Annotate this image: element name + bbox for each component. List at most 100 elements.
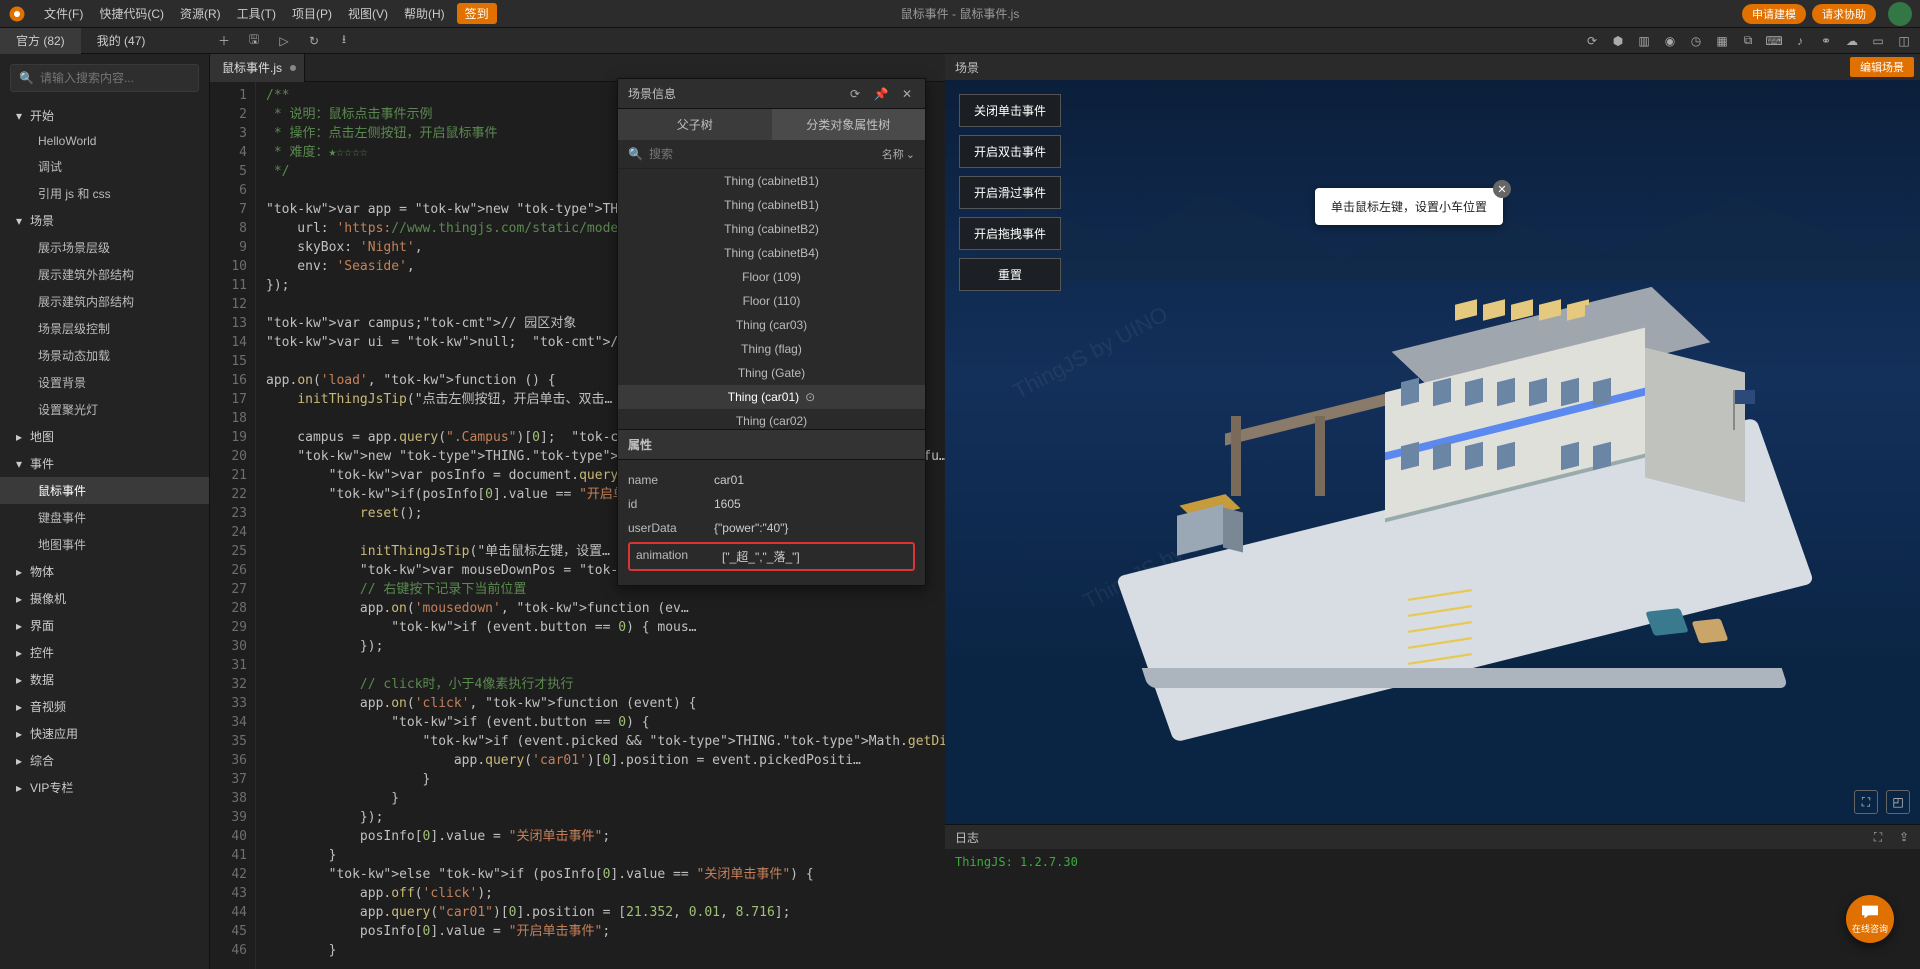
tree-group[interactable]: ▸摄像机 [0, 585, 209, 612]
tab-mine[interactable]: 我的 (47) [81, 28, 162, 54]
action-button[interactable]: 重置 [959, 258, 1061, 291]
request-assist-button[interactable]: 请求协助 [1812, 4, 1876, 24]
copy-icon[interactable]: ⧉ [1740, 33, 1756, 49]
refresh-icon[interactable]: ⟳ [1584, 33, 1600, 49]
tree-group[interactable]: ▸控件 [0, 639, 209, 666]
tree-item[interactable]: 展示建筑内部结构 [0, 288, 209, 315]
cloud-icon[interactable]: ☁ [1844, 33, 1860, 49]
scene-action-buttons: 关闭单击事件开启双击事件开启滑过事件开启拖拽事件重置 [959, 94, 1061, 291]
scene-list-item[interactable]: Floor (109) [618, 265, 925, 289]
chat-fab[interactable]: 在线咨询 [1846, 895, 1894, 943]
tree-item[interactable]: 地图事件 [0, 531, 209, 558]
tree-item[interactable]: 键盘事件 [0, 504, 209, 531]
scene-search-mode[interactable]: 名称 ⌄ [882, 146, 915, 162]
scene-search-input[interactable] [649, 147, 876, 161]
scene-list-item[interactable]: Thing (cabinetB1) [618, 169, 925, 193]
tree-item[interactable]: 设置聚光灯 [0, 396, 209, 423]
scene-list-item[interactable]: Thing (flag) [618, 337, 925, 361]
close-panel-icon[interactable]: ✕ [899, 86, 915, 102]
scene-list-item[interactable]: Floor (110) [618, 289, 925, 313]
code-icon[interactable]: ⌨ [1766, 33, 1782, 49]
tree-group[interactable]: ▾开始 [0, 102, 209, 129]
scene-list-item[interactable]: Thing (car02) [618, 409, 925, 429]
share-icon[interactable]: ⚭ [1818, 33, 1834, 49]
sidebar-search[interactable]: 🔍 [10, 64, 199, 92]
panel-icon[interactable]: ◫ [1896, 33, 1912, 49]
save-icon[interactable]: 🖫 [246, 33, 262, 49]
globe-icon[interactable]: ◉ [1662, 33, 1678, 49]
log-expand-icon[interactable]: ⛶ [1870, 829, 1886, 845]
action-button[interactable]: 开启滑过事件 [959, 176, 1061, 209]
fit-view-icon[interactable]: ◰ [1886, 790, 1910, 814]
scene-list-item[interactable]: Thing (cabinetB1) [618, 193, 925, 217]
unsaved-dot-icon [290, 65, 296, 71]
file-tab[interactable]: 鼠标事件.js [210, 54, 305, 82]
menu-resource[interactable]: 资源(R) [172, 0, 229, 28]
device-icon[interactable]: ▭ [1870, 33, 1886, 49]
tree-group[interactable]: ▾场景 [0, 207, 209, 234]
scene-list-item[interactable]: Thing (car03) [618, 313, 925, 337]
tree-item[interactable]: HelloWorld [0, 129, 209, 153]
scene-list-item[interactable]: Thing (car01) [618, 385, 925, 409]
scene-list-item[interactable]: Thing (Gate) [618, 361, 925, 385]
redo-icon[interactable]: ↻ [306, 33, 322, 49]
tree-group[interactable]: ▸音视频 [0, 693, 209, 720]
tree-group[interactable]: ▸界面 [0, 612, 209, 639]
menu-code[interactable]: 快捷代码(C) [91, 0, 172, 28]
tree-group[interactable]: ▸物体 [0, 558, 209, 585]
tree-item[interactable]: 展示建筑外部结构 [0, 261, 209, 288]
refresh-panel-icon[interactable]: ⟳ [847, 86, 863, 102]
menu-help[interactable]: 帮助(H) [396, 0, 453, 28]
menu-tool[interactable]: 工具(T) [229, 0, 284, 28]
grid-icon[interactable]: ▦ [1714, 33, 1730, 49]
tree-group[interactable]: ▾事件 [0, 450, 209, 477]
tooltip-text: 单击鼠标左键，设置小车位置 [1331, 200, 1487, 214]
tree-item[interactable]: 场景动态加载 [0, 342, 209, 369]
tree-group-label: 物体 [30, 563, 54, 580]
user-avatar[interactable] [1888, 2, 1912, 26]
tab-parent-tree[interactable]: 父子树 [618, 109, 772, 140]
tree-item[interactable]: 设置背景 [0, 369, 209, 396]
tree-group[interactable]: ▸综合 [0, 747, 209, 774]
action-button[interactable]: 开启双击事件 [959, 135, 1061, 168]
menu-file[interactable]: 文件(F) [36, 0, 91, 28]
action-button[interactable]: 关闭单击事件 [959, 94, 1061, 127]
tree-item[interactable]: 鼠标事件 [0, 477, 209, 504]
tree-item[interactable]: 场景层级控制 [0, 315, 209, 342]
menu-project[interactable]: 项目(P) [284, 0, 340, 28]
music-icon[interactable]: ♪ [1792, 33, 1808, 49]
close-tooltip-icon[interactable]: ✕ [1493, 180, 1511, 198]
run-icon[interactable]: ▷ [276, 33, 292, 49]
tree-item[interactable]: 展示场景层级 [0, 234, 209, 261]
scene-list-item[interactable]: Thing (cabinetB4) [618, 241, 925, 265]
log-tab[interactable]: 日志 [955, 829, 979, 846]
3d-viewport[interactable]: ThingJS by UINO ThingJS by UINO ThingJS … [945, 80, 1920, 824]
download-icon[interactable]: ⭳ [336, 33, 352, 49]
pin-panel-icon[interactable]: 📌 [873, 86, 889, 102]
expand-view-icon[interactable]: ⛶ [1854, 790, 1878, 814]
scene-list-item[interactable]: Thing (cabinetB2) [618, 217, 925, 241]
action-button[interactable]: 开启拖拽事件 [959, 217, 1061, 250]
viewport-header: 场景 编辑场景 [945, 54, 1920, 80]
clock-icon[interactable]: ◷ [1688, 33, 1704, 49]
tab-class-tree[interactable]: 分类对象属性树 [772, 109, 926, 140]
menu-view[interactable]: 视图(V) [340, 0, 396, 28]
edit-scene-button[interactable]: 编辑场景 [1850, 57, 1914, 77]
tree-group[interactable]: ▸VIP专栏 [0, 774, 209, 801]
tree-item[interactable]: 调试 [0, 153, 209, 180]
props-header: 属性 [618, 429, 925, 460]
log-upload-icon[interactable]: ⇪ [1896, 829, 1912, 845]
cube-icon[interactable]: ⬢ [1610, 33, 1626, 49]
new-file-icon[interactable]: ＋ [216, 33, 232, 49]
tree-group[interactable]: ▸数据 [0, 666, 209, 693]
layers-icon[interactable]: ▥ [1636, 33, 1652, 49]
sidebar-search-input[interactable] [40, 71, 195, 85]
scene-tab[interactable]: 场景 [955, 59, 979, 76]
sign-in-button[interactable]: 签到 [457, 3, 497, 24]
tree-item[interactable]: 引用 js 和 css [0, 180, 209, 207]
request-model-button[interactable]: 申请建模 [1742, 4, 1806, 24]
car-object[interactable] [1692, 618, 1729, 643]
tree-group[interactable]: ▸地图 [0, 423, 209, 450]
tree-group[interactable]: ▸快速应用 [0, 720, 209, 747]
tab-official[interactable]: 官方 (82) [0, 28, 81, 54]
